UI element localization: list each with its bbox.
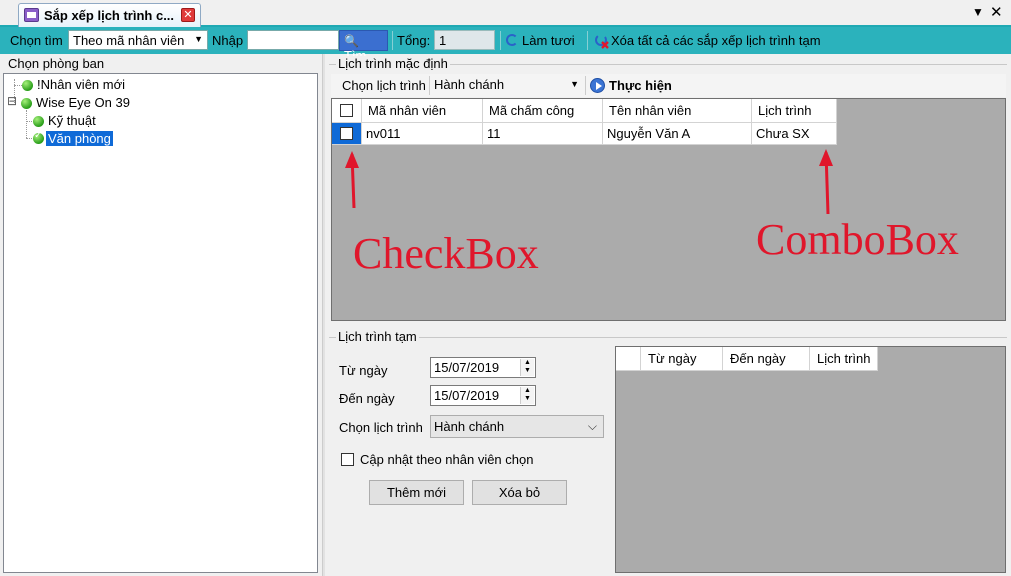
search-button[interactable]: 🔍 Tìm (339, 30, 388, 63)
row-checkbox[interactable] (340, 127, 353, 140)
window-list-dropdown-icon[interactable]: ▼ (972, 5, 984, 19)
column-header-schedule[interactable]: Lịch trình (752, 99, 837, 123)
total-count-field: 1 (434, 30, 495, 50)
from-date-label: Từ ngày (339, 363, 388, 378)
choose-schedule-label: Chọn lịch trình (342, 78, 426, 93)
combobox-annotation: ComboBox (756, 215, 959, 264)
update-by-selected-checkbox[interactable] (341, 453, 354, 466)
select-all-checkbox[interactable] (340, 104, 353, 117)
date-spinner-icon[interactable]: ▲ ▼ (520, 387, 534, 404)
temp-schedule-legend: Lịch trình tạm (336, 329, 419, 344)
selected-node-icon (33, 130, 44, 144)
cell-employee-name[interactable]: Nguyễn Văn A (603, 123, 752, 145)
temp-schedule-dropdown[interactable]: Hành chánh ⌵ (430, 415, 604, 438)
department-node-icon (22, 80, 33, 91)
refresh-icon[interactable] (506, 34, 518, 46)
default-schedule-dropdown[interactable]: Hành chánh ▼ (432, 77, 582, 95)
checkbox-annotation-arrow (345, 151, 359, 209)
collapse-icon[interactable]: ⊟ (7, 94, 17, 108)
date-spinner-icon[interactable]: ▲ ▼ (520, 359, 534, 376)
from-date-picker[interactable]: 15/07/2019 ▲ ▼ (430, 357, 536, 378)
temp-schedule-grid: Từ ngày Đến ngày Lịch trình (615, 346, 1006, 573)
to-date-value: 15/07/2019 (434, 388, 500, 403)
window-close-icon[interactable]: ✕ (990, 3, 1003, 21)
total-label: Tổng: (397, 33, 431, 48)
cell-employee-id[interactable]: nv011 (362, 123, 483, 145)
schedule-window-icon (24, 8, 39, 22)
keyword-label: Nhập (212, 33, 244, 48)
panel-splitter[interactable] (322, 54, 325, 576)
combobox-annotation-arrow (819, 149, 833, 215)
department-tree: !Nhân viên mới ⊟ Wise Eye On 39 Kỹ thuật… (3, 73, 318, 573)
row-select-cell[interactable] (332, 123, 362, 145)
keyword-input[interactable] (247, 30, 339, 50)
column-header-schedule[interactable]: Lịch trình (810, 347, 878, 371)
default-schedule-legend: Lịch trình mặc định (336, 56, 450, 71)
add-new-button[interactable]: Thêm mới (369, 480, 464, 505)
search-by-value: Theo mã nhân viên (73, 33, 185, 48)
schedule-value: Hành chánh (434, 77, 505, 92)
clear-all-button[interactable]: Xóa tất cả các sắp xếp lịch trình tạm (611, 33, 821, 48)
checkbox-annotation: CheckBox (353, 229, 539, 278)
chevron-down-icon: ▼ (570, 79, 579, 89)
main-toolbar: Chọn tìm Theo mã nhân viên ▼ Nhập 🔍 Tìm … (0, 27, 1011, 63)
update-by-selected-label[interactable]: Cập nhật theo nhân viên chọn (360, 452, 533, 467)
search-by-dropdown[interactable]: Theo mã nhân viên ▼ (68, 30, 208, 50)
tab-title: Sắp xếp lịch trình c... (44, 8, 175, 23)
tree-item-label: Kỹ thuật (48, 113, 96, 128)
department-node-icon (33, 116, 44, 127)
from-date-value: 15/07/2019 (434, 360, 500, 375)
department-node-icon (21, 98, 32, 109)
column-header-employee-id[interactable]: Mã nhân viên (362, 99, 483, 123)
row-header-corner (616, 347, 641, 371)
toolbar-separator (429, 76, 430, 95)
toolbar-separator (585, 76, 586, 95)
select-all-header (332, 99, 362, 123)
tree-item-label-selected: Văn phòng (46, 131, 113, 146)
cell-schedule-combobox[interactable]: Chưa SX (752, 123, 837, 145)
to-date-picker[interactable]: 15/07/2019 ▲ ▼ (430, 385, 536, 406)
tab-close-icon[interactable]: ✕ (181, 8, 195, 22)
tree-item-label: !Nhân viên mới (37, 77, 126, 92)
cell-attendance-id[interactable]: 11 (483, 123, 603, 145)
column-header-attendance-id[interactable]: Mã chấm công (483, 99, 603, 123)
toolbar-separator (500, 31, 501, 50)
search-icon: 🔍 (344, 34, 359, 48)
refresh-button[interactable]: Làm tươi (522, 33, 575, 48)
chevron-down-icon: ▼ (194, 34, 203, 44)
column-header-from-date[interactable]: Từ ngày (641, 347, 723, 371)
play-icon[interactable] (590, 78, 605, 93)
to-date-label: Đến ngày (339, 391, 395, 406)
search-by-label: Chọn tìm (10, 33, 63, 48)
execute-button[interactable]: Thực hiện (609, 78, 672, 93)
temp-schedule-value: Hành chánh (434, 419, 505, 434)
document-tab[interactable]: Sắp xếp lịch trình c... ✕ (18, 3, 201, 27)
clear-schedule-icon[interactable] (594, 33, 610, 49)
column-header-to-date[interactable]: Đến ngày (723, 347, 810, 371)
group-border (329, 337, 1007, 338)
column-header-employee-name[interactable]: Tên nhân viên (603, 99, 752, 123)
delete-button[interactable]: Xóa bỏ (472, 480, 567, 505)
toolbar-separator (392, 31, 393, 50)
tree-item-label: Wise Eye On 39 (36, 95, 130, 110)
document-tab-strip: Sắp xếp lịch trình c... ✕ ▼ ✕ (0, 0, 1011, 27)
temp-choose-schedule-label: Chọn lịch trình (339, 420, 423, 435)
toolbar-separator (587, 31, 588, 50)
department-panel-header: Chọn phòng ban (8, 56, 105, 71)
default-schedule-grid: Mã nhân viên Mã chấm công Tên nhân viên … (331, 98, 1006, 321)
chevron-down-icon: ⌵ (587, 419, 597, 433)
